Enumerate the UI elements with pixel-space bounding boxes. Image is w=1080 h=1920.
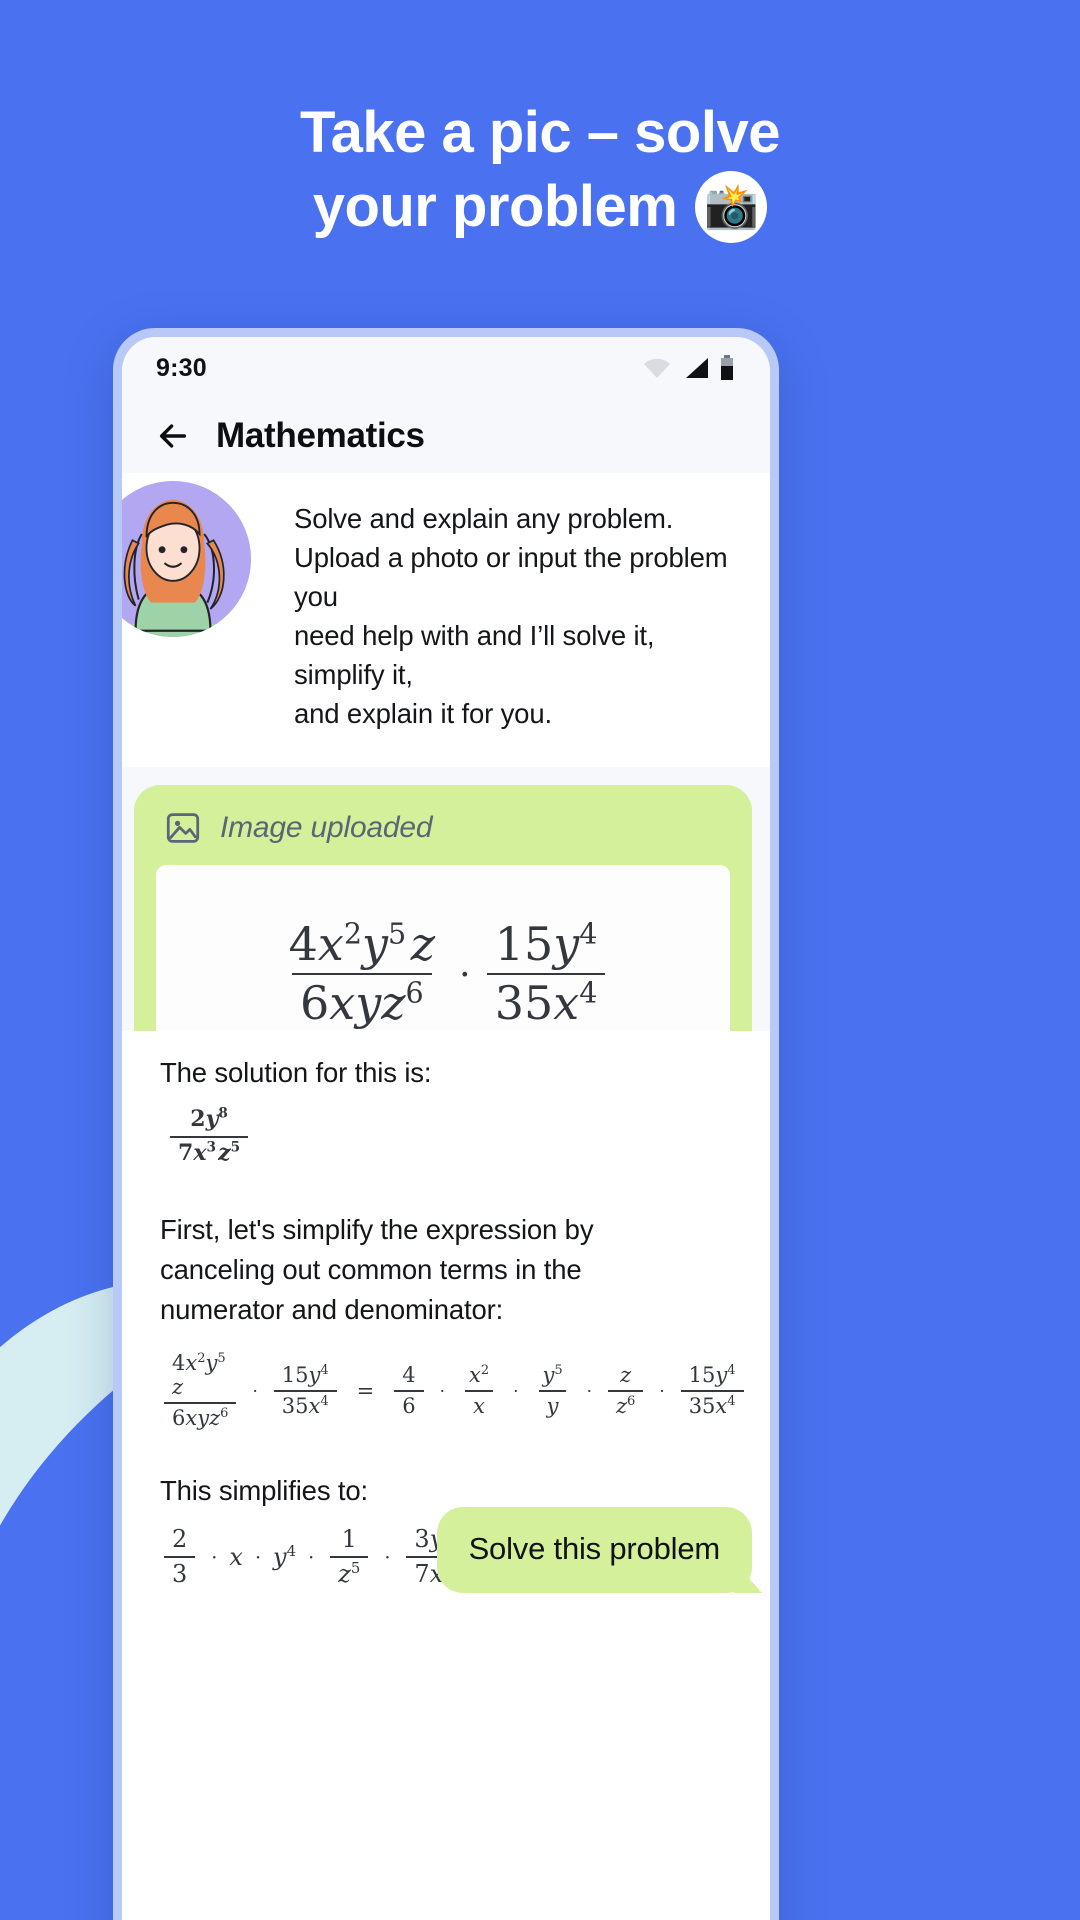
status-icon-group (642, 355, 734, 381)
status-bar: 9:30 (122, 337, 770, 399)
phone-mockup: 9:30 Mathematics Solve and explain any p… (113, 328, 779, 1920)
denominator: 6xyz6 (164, 1402, 237, 1431)
fraction: 4x2y5 z 6xyz6 (164, 1351, 237, 1431)
image-icon (166, 813, 200, 844)
avatar-illustration (122, 481, 251, 637)
multiplication-dot: · (513, 1381, 519, 1402)
image-upload-header: Image uploaded (156, 811, 730, 845)
fraction: 15y4 35x4 (680, 1362, 744, 1419)
multiplication-dot: · (254, 1545, 262, 1569)
numerator: 1 (341, 1525, 357, 1554)
denominator: 7x3 z5 (170, 1135, 249, 1167)
page-title: Mathematics (216, 416, 425, 455)
intro-line: and explain it for you. (294, 698, 552, 730)
fraction-answer: 2y8 7x3 z5 (170, 1105, 249, 1167)
numerator: 4x2y5 z (172, 1351, 226, 1399)
multiplication-dot: · (659, 1381, 665, 1402)
fraction: y5 y (534, 1362, 570, 1419)
headline-line-2: your problem (312, 174, 678, 240)
numerator: 4 (402, 1362, 416, 1387)
denominator: z5 (330, 1556, 369, 1588)
multiplication-dot: · (384, 1545, 391, 1569)
multiplication-dot: · (211, 1545, 218, 1569)
intro-line: Upload a photo or input the problem you (294, 542, 728, 613)
numerator: 4x2y5 z (288, 916, 435, 971)
phone-screen: 9:30 Mathematics Solve and explain any p… (122, 337, 770, 1920)
status-time: 9:30 (156, 353, 207, 382)
back-arrow-icon[interactable] (156, 419, 190, 453)
message-row-user-text: Solve this problem (436, 1481, 770, 1593)
explanation-line: canceling out common terms in the (160, 1254, 582, 1286)
background-blue-panel (780, 1040, 1080, 1920)
intro-line: need help with and I’ll solve it, simpli… (294, 620, 655, 691)
answer-formula: 2y8 7x3 z5 (160, 1107, 730, 1166)
fraction-right: 15y4 35x4 (486, 916, 606, 1030)
solution-intro-text: The solution for this is: (160, 1057, 432, 1089)
message-list: Image uploaded 4x2y5 z 6xyz6 · 15y4 35x4… (122, 767, 770, 1619)
fraction: z z6 (607, 1362, 644, 1419)
explanation-line: numerator and denominator: (160, 1294, 504, 1326)
multiplication-dot: · (458, 952, 471, 996)
camera-with-flash-emoji: 📸 (695, 171, 768, 244)
uploaded-formula: 4x2y5 z 6xyz6 · 15y4 35x4 (277, 916, 610, 1030)
assistant-avatar (122, 481, 251, 637)
denominator: 3 (164, 1556, 196, 1588)
denominator: x (465, 1390, 493, 1419)
fraction: x2 x (461, 1362, 497, 1419)
explanation-paragraph: First, let's simplify the expression by … (160, 1210, 730, 1330)
denominator: 35x4 (273, 1390, 337, 1419)
term-y4: y4 (273, 1542, 297, 1572)
denominator: 6 (394, 1390, 424, 1419)
assistant-intro-block: Solve and explain any problem. Upload a … (122, 473, 770, 768)
numerator: 2 (172, 1525, 188, 1554)
fraction: 15y4 35x4 (273, 1362, 337, 1419)
promo-headline: Take a pic – solve your problem 📸 (0, 96, 1080, 244)
fraction: 2 3 (164, 1525, 196, 1588)
denominator: 35x4 (680, 1390, 744, 1419)
explanation-line: First, let's simplify the expression by (160, 1214, 594, 1246)
headline-line-1: Take a pic – solve (300, 100, 780, 165)
variable-x: x (229, 1543, 243, 1572)
app-bar: Mathematics (122, 399, 770, 473)
equals-sign: = (356, 1379, 375, 1404)
numerator: 15y4 (281, 1362, 329, 1387)
numerator: y5 (542, 1362, 563, 1387)
chat-area: Solve and explain any problem. Upload a … (122, 473, 770, 1920)
fraction-left: 4x2y5 z 6xyz6 (281, 916, 443, 1030)
image-upload-label: Image uploaded (220, 811, 433, 845)
multiplication-dot: · (252, 1381, 258, 1402)
intro-line: Solve and explain any problem. (294, 503, 674, 534)
fraction: 1 z5 (330, 1525, 369, 1588)
battery-icon (721, 355, 733, 380)
wifi-icon (644, 358, 670, 378)
numerator: x2 (469, 1362, 490, 1387)
numerator: 2y8 (190, 1105, 228, 1133)
denominator: z6 (607, 1390, 644, 1419)
multiplication-dot: · (308, 1545, 315, 1569)
user-message-bubble[interactable]: Solve this problem (436, 1507, 752, 1593)
numerator: 15y4 (494, 916, 598, 971)
numerator: z (620, 1362, 632, 1387)
denominator: y (538, 1390, 567, 1419)
numerator: 15y4 (688, 1362, 736, 1387)
fraction: 4 6 (394, 1362, 424, 1419)
cellular-signal-icon (686, 358, 708, 378)
denominator: 35x4 (486, 973, 606, 1030)
assistant-intro-text: Solve and explain any problem. Upload a … (294, 499, 740, 733)
multiplication-dot: · (586, 1381, 592, 1402)
multiplication-dot: · (439, 1381, 445, 1402)
denominator: 6xyz6 (291, 973, 432, 1030)
expansion-equation: 4x2y5 z 6xyz6 · 15y4 35x4 = 4 6 · x2 x ·… (160, 1351, 744, 1431)
